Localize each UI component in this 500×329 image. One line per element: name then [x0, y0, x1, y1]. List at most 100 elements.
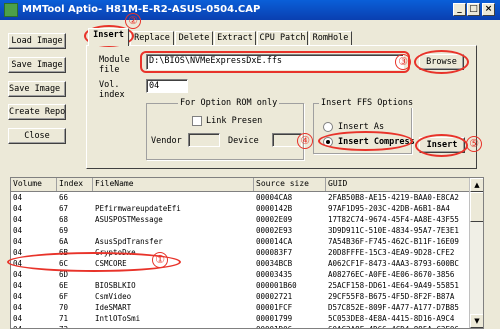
device-label: Device [228, 136, 259, 146]
cell-volume: 04 [13, 215, 23, 224]
cell-guid: 5C053DE8-4E8A-4415-8D16-A9C4 [328, 314, 455, 323]
cell-filename: AsusSpdTransfer [95, 237, 163, 246]
annotation-number-4: ④ [297, 133, 313, 149]
insert-as-radio[interactable] [323, 122, 333, 132]
cell-volume: 04 [13, 292, 23, 301]
load-image-button[interactable]: Load Image [8, 33, 66, 49]
cell-guid: 29CF55F8-B675-4F5D-8F2F-B87A [328, 292, 455, 301]
cell-index: 72 [57, 324, 93, 328]
create-report-button[interactable]: Create Report [8, 104, 66, 120]
scroll-up-button[interactable]: ▲ [470, 178, 483, 192]
cell-source-size: 00001FCF [256, 303, 293, 312]
cell-filename: IntlOToSmi [95, 314, 141, 323]
tab-insert[interactable]: Insert [88, 28, 129, 46]
cell-filename [93, 225, 254, 236]
tab-cpu-patch[interactable]: CPU Patch [257, 31, 308, 45]
cell-source-size: 00002E93 [256, 226, 293, 235]
table-row[interactable]: 04 71 IntlOToSmi 00001799 5C053DE8-4E8A-4415… [11, 313, 483, 324]
cell-filename: BIOSBLKIO [95, 281, 136, 290]
cell-source-size: 000001B60 [256, 281, 297, 290]
vendor-label: Vendor [151, 136, 182, 146]
window-title: MMTool Aptio- H81M-E-R2-ASUS-0504.CAP [22, 4, 261, 15]
maximize-button[interactable]: □ [467, 3, 480, 16]
cell-guid: A062CF1F-8473-4AA3-8793-600BC [328, 259, 459, 268]
col-index[interactable]: Index [57, 178, 93, 191]
annotation-ring-module-file [140, 51, 410, 73]
cell-guid: A08276EC-A0FE-4E06-8670-3856 [328, 270, 455, 279]
tab-replace[interactable]: Replace [130, 31, 174, 45]
annotation-number-1: ① [152, 252, 168, 268]
cell-source-size: 0000142B [256, 204, 293, 213]
annotation-number-3: ③ [395, 54, 411, 70]
option-rom-title: For Option ROM only [178, 98, 280, 108]
cell-index: 69 [59, 226, 69, 235]
save-image-as-button[interactable]: Save Image as.. [8, 81, 66, 97]
cell-source-size: 000014CA [256, 237, 293, 246]
tab-delete[interactable]: Delete [175, 31, 213, 45]
scroll-thumb[interactable] [470, 192, 483, 222]
cell-source-size: 00004CA8 [256, 193, 293, 202]
cell-filename: CsmVideo [95, 292, 132, 301]
cell-guid: 7A54B36F-F745-462C-B11F-16E09 [328, 237, 459, 246]
table-row[interactable]: 04 67 PEfirmwareupdateEfi 0000142B 97AF1D95-… [11, 203, 483, 214]
col-volume[interactable]: Volume [11, 178, 57, 191]
col-filename[interactable]: FileName [93, 178, 254, 191]
cell-guid: 60AC3A8F-4D66-4CD4-895A-C3F06 [326, 324, 471, 328]
table-row[interactable]: 04 68 ASUSPOSTMessage 00002E09 17T82C74-9674… [11, 214, 483, 225]
cell-index: 6F [59, 292, 69, 301]
tab-romhole[interactable]: RomHole [309, 31, 352, 45]
volume-index-field[interactable]: 04 [146, 79, 188, 93]
scroll-down-button[interactable]: ▼ [470, 314, 483, 328]
cell-index: 67 [59, 204, 69, 213]
cell-filename: IdeSMART [95, 303, 132, 312]
cell-index: 66 [59, 193, 69, 202]
cell-source-size: 00002E09 [256, 215, 293, 224]
cell-filename [93, 192, 254, 203]
option-rom-group [146, 103, 304, 160]
cell-volume: 04 [11, 324, 57, 328]
table-row[interactable]: 0472 00001D0660AC3A8F-4D66-4CD4-895A-C3F0… [11, 324, 483, 328]
annotation-number-2: ② [125, 13, 141, 29]
insert-ffs-title: Insert FFS Options [319, 98, 416, 108]
cell-source-size: 00001D06 [254, 324, 326, 328]
annotation-ring-insert-button [415, 134, 468, 157]
link-present-checkbox[interactable] [192, 116, 202, 126]
volume-index-label: Vol. index [99, 80, 125, 100]
annotation-number-5: ⑤ [466, 136, 482, 152]
table-row[interactable]: 04 6E BIOSBLKIO 000001B60 25ACF158-DD61-4E64… [11, 280, 483, 291]
cell-source-size: 00002721 [256, 292, 293, 301]
cell-volume: 04 [13, 226, 23, 235]
save-image-button[interactable]: Save Image [8, 57, 66, 73]
cell-volume: 04 [13, 281, 23, 290]
annotation-ring-insert-compress [318, 131, 413, 151]
table-row[interactable]: 04 6A AsusSpdTransfer 000014CA 7A54B36F-F745… [11, 236, 483, 247]
cell-volume: 04 [13, 303, 23, 312]
vendor-field[interactable] [188, 133, 220, 147]
close-button[interactable]: Close [8, 128, 66, 144]
table-row[interactable]: 04 69 00002E93 3D9D911C-510E-4834-95A7-7E3E… [11, 225, 483, 236]
tab-extract[interactable]: Extract [214, 31, 256, 45]
cell-guid: 25ACF158-DD61-4E64-9A49-55851 [328, 281, 459, 290]
cell-guid: D57C852E-809F-4A77-A177-D7B85 [328, 303, 459, 312]
table-row[interactable]: 04 6F CsmVideo 00002721 29CF55F8-B675-4F5D-8… [11, 291, 483, 302]
cell-source-size: 00003435 [256, 270, 293, 279]
title-bar[interactable]: MMTool Aptio- H81M-E-R2-ASUS-0504.CAP _ … [0, 0, 500, 20]
col-guid[interactable]: GUID [326, 178, 471, 191]
close-window-button[interactable]: × [482, 3, 495, 16]
cell-guid: 17T82C74-9674-45F4-AA8E-43F55 [328, 215, 459, 224]
annotation-ring-browse [414, 50, 469, 74]
vertical-scrollbar[interactable]: ▲ ▼ [469, 178, 483, 328]
col-source-size[interactable]: Source size [254, 178, 326, 191]
table-row[interactable]: 04 66 00004CA8 2FAB50B8-AE15-4219-BAA0-E8CA… [11, 192, 483, 203]
table-header: Volume Index FileName Source size GUID [11, 178, 483, 192]
cell-guid: 2FAB50B8-AE15-4219-BAA0-E8CA2 [328, 193, 459, 202]
cell-volume: 04 [13, 237, 23, 246]
table-row[interactable]: 04 70 IdeSMART 00001FCF D57C852E-809F-4A77-A… [11, 302, 483, 313]
cell-guid: 20D8FFFE-15C3-4EA9-9D28-CFE2 [328, 248, 455, 257]
cell-source-size: 00034BCB [256, 259, 293, 268]
cell-source-size: 00001799 [256, 314, 293, 323]
app-icon [4, 3, 18, 17]
cell-index: 68 [59, 215, 69, 224]
cell-source-size: 000083F7 [256, 248, 293, 257]
minimize-button[interactable]: _ [453, 3, 466, 16]
